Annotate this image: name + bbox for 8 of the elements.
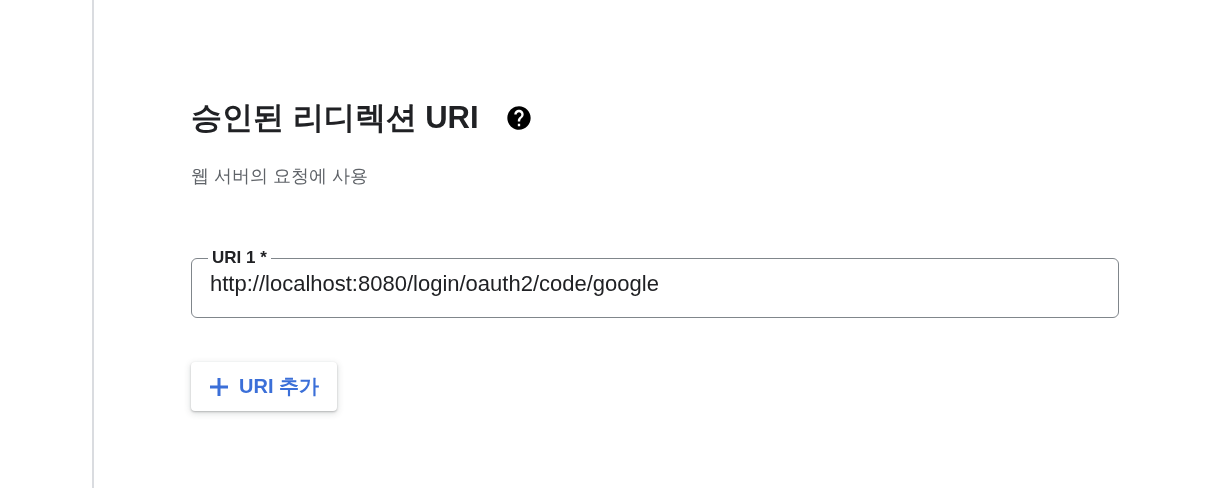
uri-field[interactable]: URI 1 * http://localhost:8080/login/oauth2/code/google: [191, 248, 1119, 318]
section-title: 승인된 리디렉션 URI: [191, 99, 479, 137]
add-uri-button[interactable]: URI 추가: [191, 362, 337, 411]
plus-icon: [209, 376, 229, 397]
field-label: URI 1 *: [211, 248, 268, 268]
uri-input[interactable]: http://localhost:8080/login/oauth2/code/google: [210, 271, 1098, 297]
section-description: 웹 서버의 요청에 사용: [191, 165, 369, 188]
help-icon[interactable]: [504, 104, 533, 132]
